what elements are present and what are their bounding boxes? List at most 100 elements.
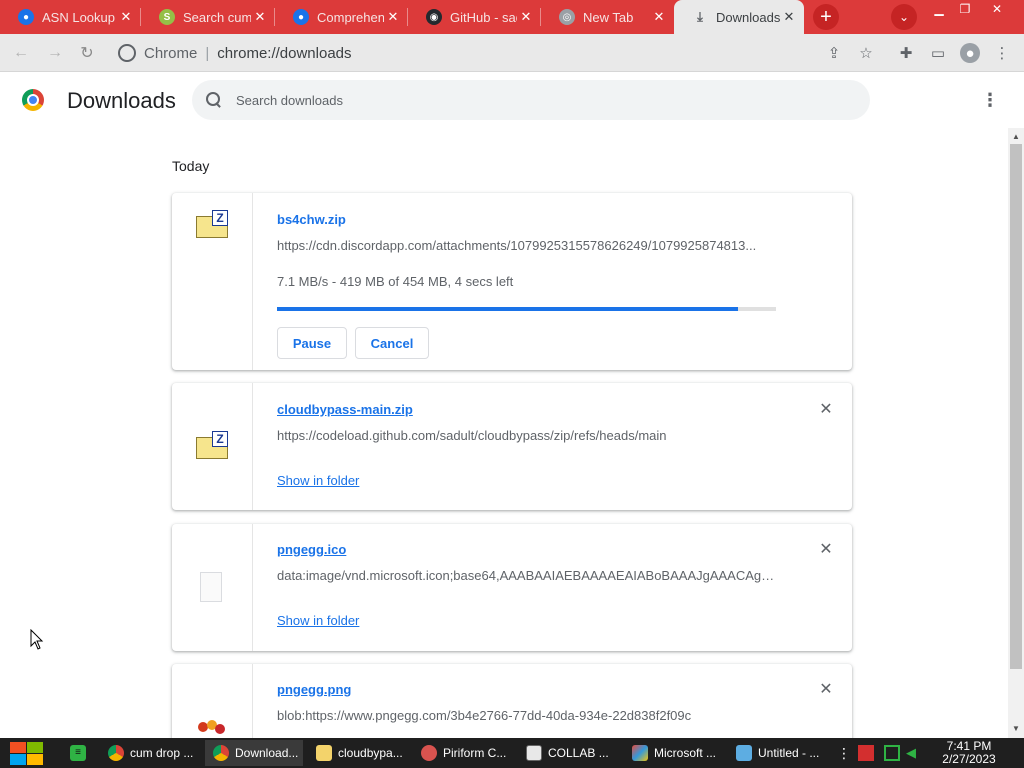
address-site-label: Chrome [144, 44, 198, 62]
paint-icon [632, 745, 648, 761]
chrome-icon [213, 745, 229, 761]
volume-icon[interactable]: ◀ [906, 745, 922, 761]
show-in-folder-link[interactable]: Show in folder [277, 473, 359, 488]
tray-overflow-icon[interactable]: ⋮ [836, 745, 852, 761]
file-name[interactable]: bs4chw.zip [277, 212, 346, 227]
notepad-icon [736, 745, 752, 761]
taskbar-label: Untitled - ... [758, 746, 820, 760]
taskbar-item[interactable]: Untitled - ... [728, 740, 828, 766]
share-icon[interactable]: ⇪ [824, 43, 844, 63]
star-icon[interactable]: ☆ [856, 43, 876, 63]
file-name[interactable]: pngegg.ico [277, 542, 346, 557]
tab-downloads[interactable]: ⤓ Downloads ✕ [674, 0, 804, 34]
download-item: pngegg.png ✕ blob:https://www.pngegg.com… [172, 664, 852, 738]
close-icon[interactable]: ✕ [517, 9, 535, 25]
remove-close-icon[interactable]: ✕ [818, 682, 834, 698]
scroll-up-arrow-icon[interactable]: ▲ [1008, 130, 1024, 144]
mouse-cursor-icon [30, 629, 44, 650]
github-icon: ◉ [426, 9, 442, 25]
tab-search[interactable]: S Search cum ✕ [141, 0, 275, 34]
download-status: 7.1 MB/s - 419 MB of 454 MB, 4 secs left [277, 274, 514, 289]
extensions-icon[interactable]: ✚ [896, 43, 916, 63]
file-name[interactable]: cloudbypass-main.zip [277, 402, 413, 417]
taskbar-item[interactable]: Download... [205, 740, 303, 766]
address-url[interactable]: chrome://downloads [217, 45, 351, 62]
close-icon[interactable]: ✕ [251, 9, 269, 25]
browser-toolbar: ← → ↻ Chrome | chrome://downloads ⇪ ☆ ✚ … [0, 34, 1024, 72]
download-icon: ⤓ [697, 9, 703, 24]
tab-title: New Tab [583, 9, 634, 25]
search-input[interactable] [236, 92, 836, 108]
close-icon[interactable]: ✕ [117, 9, 135, 25]
remove-close-icon[interactable]: ✕ [818, 542, 834, 558]
file-name[interactable]: pngegg.png [277, 682, 351, 697]
network-icon[interactable] [884, 745, 900, 761]
tab-comprehensive[interactable]: ● Comprehensive ✕ [275, 0, 408, 34]
address-bar[interactable]: Chrome | chrome://downloads [110, 39, 860, 67]
scrollbar-thumb[interactable] [1010, 144, 1022, 669]
download-item: Z cloudbypass-main.zip ✕ https://codeloa… [172, 383, 852, 510]
search-box[interactable] [192, 80, 870, 120]
side-panel-icon[interactable]: ▭ [928, 43, 948, 63]
shopify-icon: S [159, 9, 175, 25]
back-arrow-icon[interactable]: ← [10, 42, 32, 64]
green-app-icon[interactable]: ≡ [70, 745, 86, 761]
file-url: https://codeload.github.com/sadult/cloud… [277, 428, 667, 443]
tab-title: Comprehensive [317, 9, 384, 25]
tab-title: GitHub - sadult [450, 9, 517, 25]
tab-search-button[interactable]: ⌄ [891, 4, 917, 30]
minimize-icon[interactable]: ▁ [926, 0, 952, 18]
chrome-logo-icon [22, 89, 44, 111]
restore-icon[interactable]: ❐ [952, 0, 978, 18]
pause-button[interactable]: Pause [277, 327, 347, 359]
zip-file-icon: Z [196, 431, 228, 459]
taskbar-item[interactable]: Microsoft ... [624, 740, 726, 766]
image-file-icon [198, 720, 226, 738]
taskbar-label: cloudbypa... [338, 746, 403, 760]
close-window-icon[interactable]: ✕ [984, 0, 1010, 18]
reload-icon[interactable]: ↻ [76, 42, 98, 64]
file-url: https://cdn.discordapp.com/attachments/1… [277, 238, 757, 253]
folder-icon [316, 745, 332, 761]
tab-asn-lookup[interactable]: ● ASN Lookup ✕ [0, 0, 141, 34]
system-clock[interactable]: 7:41 PM 2/27/2023 [930, 740, 1008, 766]
taskbar-item[interactable]: COLLAB ... [518, 740, 622, 766]
taskbar-label: cum drop ... [130, 746, 194, 760]
close-icon[interactable]: ✕ [650, 9, 668, 25]
new-tab-button[interactable]: + [813, 4, 839, 30]
collab-icon [526, 745, 542, 761]
show-in-folder-link[interactable]: Show in folder [277, 613, 359, 628]
windows-start-icon[interactable] [8, 741, 44, 766]
downloads-header: Downloads ⋮ [0, 72, 1024, 128]
cancel-button[interactable]: Cancel [355, 327, 429, 359]
chrome-icon: ◎ [559, 9, 575, 25]
clock-date: 2/27/2023 [942, 752, 996, 766]
taskbar-item[interactable]: Piriform C... [413, 740, 517, 766]
tab-new-tab[interactable]: ◎ New Tab ✕ [541, 0, 674, 34]
tab-strip: ● ASN Lookup ✕ S Search cum ✕ ● Comprehe… [0, 0, 1024, 34]
page-scrollbar[interactable]: ▲ ▼ [1008, 128, 1024, 738]
zip-file-icon: Z [196, 210, 228, 238]
location-pin-icon: ● [18, 9, 34, 25]
taskbar-label: Piriform C... [443, 746, 507, 760]
forward-arrow-icon[interactable]: → [44, 42, 66, 64]
close-icon[interactable]: ✕ [384, 9, 402, 25]
download-item: pngegg.ico ✕ data:image/vnd.microsoft.ic… [172, 524, 852, 651]
tab-github[interactable]: ◉ GitHub - sadult ✕ [408, 0, 541, 34]
taskbar-item[interactable]: cum drop ... [100, 740, 204, 766]
download-progress-bar [277, 307, 776, 311]
profile-avatar-icon[interactable]: ● [960, 43, 980, 63]
tab-title: Search cum [183, 9, 251, 25]
taskbar-label: Microsoft ... [654, 746, 717, 760]
remove-close-icon[interactable]: ✕ [818, 402, 834, 418]
flag-icon[interactable] [858, 745, 874, 761]
scroll-down-arrow-icon[interactable]: ▼ [1008, 722, 1024, 736]
chrome-icon [108, 745, 124, 761]
file-url: data:image/vnd.microsoft.icon;base64,AAA… [277, 568, 777, 583]
menu-kebab-icon[interactable]: ⋮ [992, 43, 1012, 63]
more-actions-icon[interactable]: ⋮ [980, 90, 1000, 110]
ccleaner-icon [421, 745, 437, 761]
tab-title: Downloads [716, 9, 780, 25]
close-icon[interactable]: ✕ [780, 9, 798, 25]
taskbar-item[interactable]: cloudbypa... [308, 740, 410, 766]
